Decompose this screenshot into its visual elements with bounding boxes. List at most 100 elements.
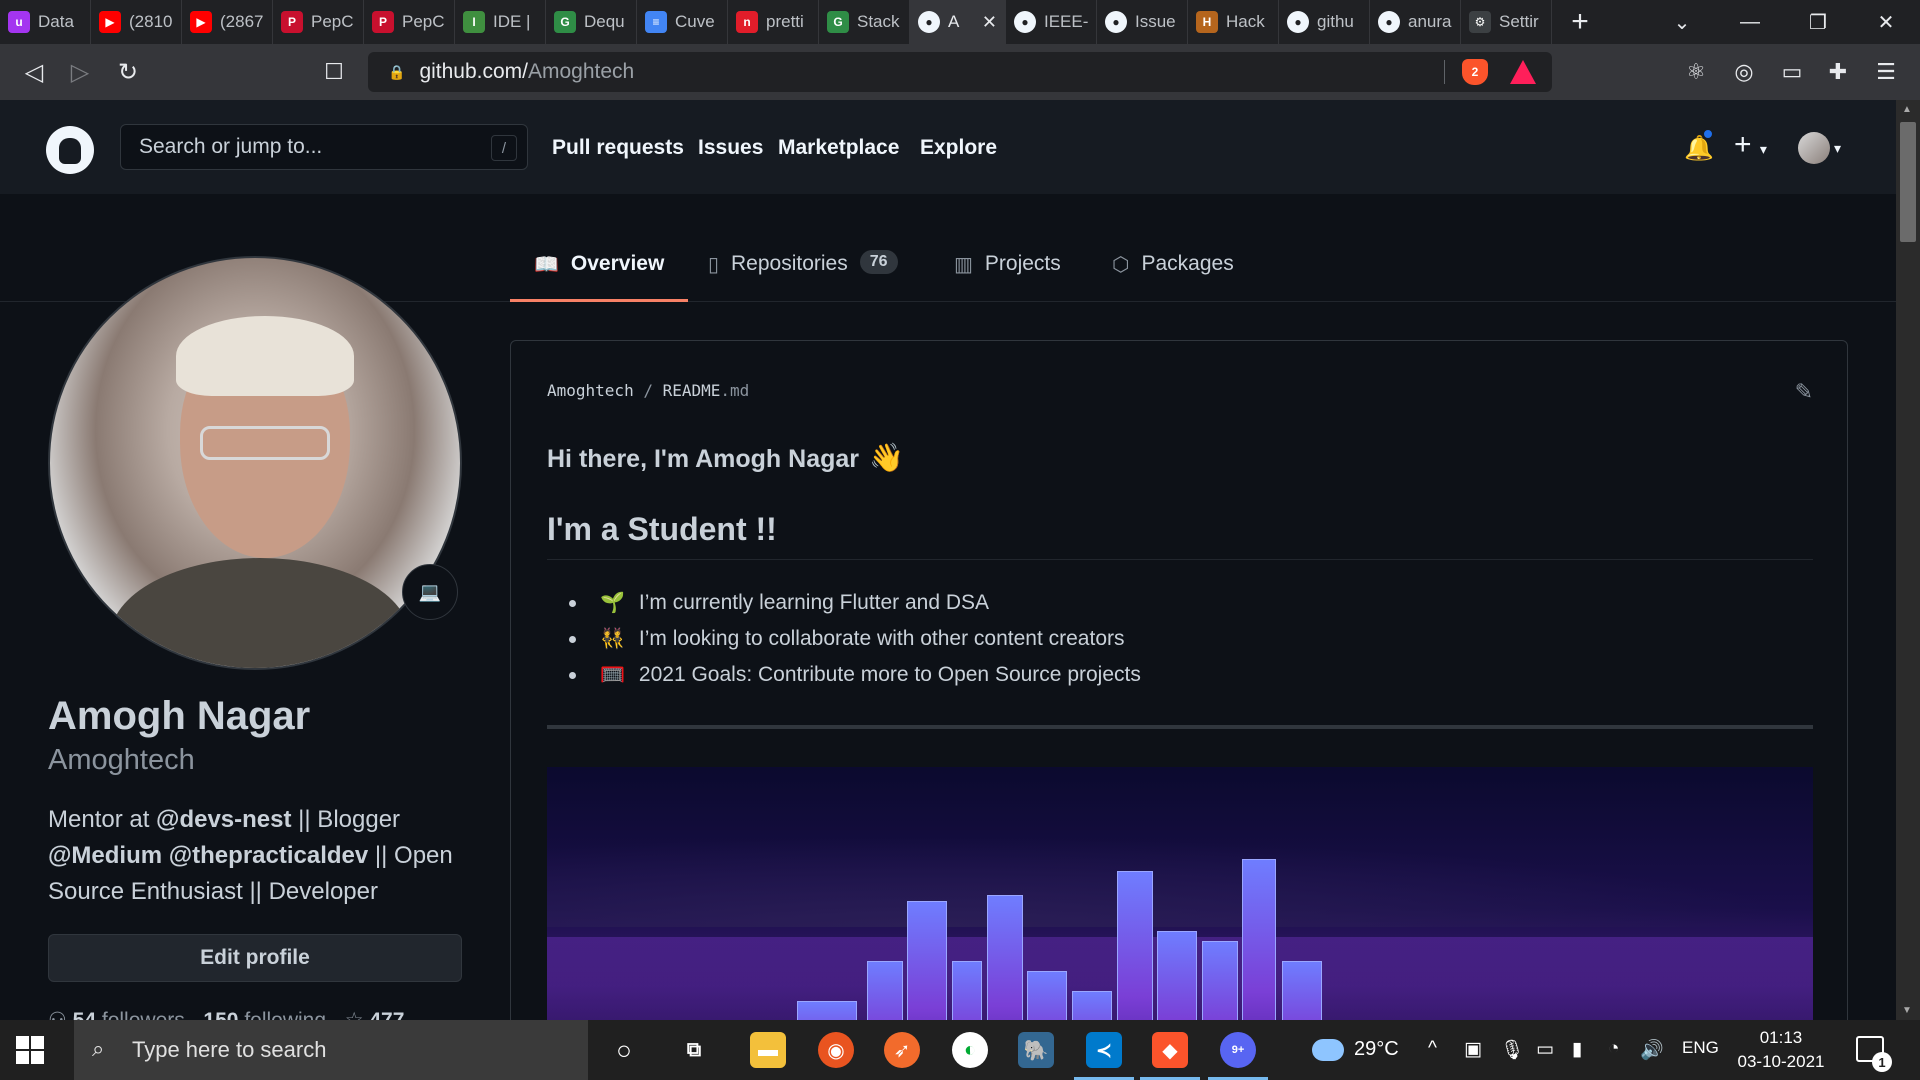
profile-avatar[interactable] bbox=[48, 256, 462, 670]
bio-mention-devs-nest[interactable]: @devs-nest bbox=[156, 806, 291, 833]
readme-file-link[interactable]: README bbox=[663, 381, 721, 400]
cortana-icon[interactable]: ○ bbox=[606, 1032, 642, 1068]
nav-pull-requests[interactable]: Pull requests bbox=[552, 136, 684, 160]
reload-button[interactable]: ↻ bbox=[110, 54, 146, 90]
scroll-down-arrow-icon[interactable]: ▼ bbox=[1902, 1005, 1912, 1016]
date: 03-10-2021 bbox=[1737, 1052, 1825, 1071]
notification-center-icon[interactable]: 1 bbox=[1856, 1036, 1892, 1072]
nav-issues[interactable]: Issues bbox=[698, 136, 763, 160]
taskbar-search-input[interactable]: ⌕ Type here to search bbox=[74, 1020, 588, 1080]
github-search-input[interactable]: Search or jump to... / bbox=[120, 124, 528, 170]
divider bbox=[1444, 60, 1445, 84]
vscode-icon[interactable]: ≺ bbox=[1074, 1032, 1134, 1080]
microphone-icon[interactable]: 🎙 bbox=[1500, 1038, 1524, 1062]
tab-repositories[interactable]: ▯ Repositories 76 bbox=[708, 250, 898, 302]
chevron-down-icon[interactable]: ▾ bbox=[1834, 140, 1841, 157]
browser-tab[interactable]: G Stack bbox=[819, 0, 910, 44]
browser-tab[interactable]: ● githu bbox=[1279, 0, 1370, 44]
search-placeholder: Search or jump to... bbox=[139, 135, 323, 158]
windows-start-icon[interactable] bbox=[16, 1036, 44, 1064]
nav-marketplace[interactable]: Marketplace bbox=[778, 136, 899, 160]
browser-tab[interactable]: ● Issue bbox=[1097, 0, 1188, 44]
forward-button[interactable]: ▷ bbox=[62, 54, 98, 90]
ubuntu-icon[interactable]: ◉ bbox=[818, 1032, 854, 1068]
edit-readme-pencil-icon[interactable]: ✎ bbox=[1795, 379, 1813, 405]
browser-tab[interactable]: ≡ Cuve bbox=[637, 0, 728, 44]
create-new-plus-icon[interactable]: + ▾ bbox=[1734, 128, 1767, 162]
browser-tab[interactable]: n pretti bbox=[728, 0, 819, 44]
task-view-icon[interactable]: ⧉ bbox=[676, 1032, 712, 1068]
browser-tab[interactable]: u Data bbox=[0, 0, 91, 44]
bio-text bbox=[162, 842, 169, 869]
banner-mountains bbox=[547, 837, 1813, 927]
user-avatar-menu[interactable] bbox=[1798, 132, 1830, 164]
youtube-icon: ▶ bbox=[190, 11, 212, 33]
tab-packages[interactable]: ⬡ Packages bbox=[1112, 252, 1234, 302]
volume-icon[interactable]: 🔊 bbox=[1640, 1038, 1664, 1062]
browser-tab[interactable]: ● A ✕ bbox=[910, 0, 1006, 44]
bio-mention-thepracticaldev[interactable]: @thepracticaldev bbox=[169, 842, 368, 869]
tab-label: Repositories bbox=[731, 252, 848, 275]
address-bar[interactable]: 🔒 github.com/Amoghtech 2 bbox=[368, 52, 1552, 92]
weather-widget[interactable]: 29°C bbox=[1306, 1030, 1399, 1061]
browser-tab[interactable]: G Dequ bbox=[546, 0, 637, 44]
battery-icon[interactable]: ▮ bbox=[1572, 1038, 1582, 1061]
tab-label: Stack bbox=[857, 12, 900, 31]
language-indicator[interactable]: ENG bbox=[1682, 1038, 1719, 1058]
close-tab-icon[interactable]: ✕ bbox=[982, 12, 997, 33]
tab-overview[interactable]: 📖 Overview bbox=[510, 252, 689, 302]
browser-tab[interactable]: P PepC bbox=[364, 0, 455, 44]
brave-shields-icon[interactable]: 2 bbox=[1462, 59, 1488, 85]
book-icon: 📖 bbox=[534, 254, 559, 276]
windows-taskbar: ⌕ Type here to search ○ ⧉ ▬ ◉ ➶ ◐ 🐘 ≺ ◆ … bbox=[0, 1020, 1920, 1080]
scrollbar-thumb[interactable] bbox=[1900, 122, 1916, 242]
brave-rewards-icon[interactable] bbox=[1510, 60, 1536, 84]
extension-target-icon[interactable]: ◎ bbox=[1728, 56, 1760, 88]
browser-tab[interactable]: ⚙ Settir bbox=[1461, 0, 1552, 44]
browser-tab[interactable]: ● IEEE- bbox=[1006, 0, 1097, 44]
bio-mention-medium[interactable]: @Medium bbox=[48, 842, 162, 869]
page-scrollbar[interactable]: ▲ ▼ bbox=[1896, 100, 1920, 1020]
github-header: Search or jump to... / Pull requests Iss… bbox=[0, 100, 1896, 194]
chevron-up-icon[interactable]: ^ bbox=[1428, 1038, 1437, 1060]
extension-reader-icon[interactable]: ▭ bbox=[1776, 56, 1808, 88]
discord-icon[interactable]: 9+ bbox=[1208, 1032, 1268, 1080]
browser-tab[interactable]: ● anura bbox=[1370, 0, 1461, 44]
browser-tab[interactable]: I IDE | bbox=[455, 0, 546, 44]
back-button[interactable]: ◁ bbox=[16, 54, 52, 90]
app-circle-icon[interactable]: ◐ bbox=[952, 1032, 988, 1068]
restore-button[interactable]: ❐ bbox=[1784, 0, 1852, 44]
wifi-icon[interactable]: ◔ bbox=[1608, 1038, 1619, 1060]
browser-tab[interactable]: H Hack bbox=[1188, 0, 1279, 44]
minimize-button[interactable]: — bbox=[1716, 0, 1784, 44]
brave-browser-icon[interactable]: ◆ bbox=[1140, 1032, 1200, 1080]
nav-explore[interactable]: Explore bbox=[920, 136, 997, 160]
close-window-button[interactable]: ✕ bbox=[1852, 0, 1920, 44]
repo-icon: ▯ bbox=[708, 254, 720, 276]
display-icon[interactable]: ▭ bbox=[1536, 1038, 1554, 1061]
tab-projects[interactable]: ▥ Projects bbox=[954, 252, 1061, 302]
status-laptop-icon[interactable]: 💻 bbox=[402, 564, 458, 620]
postgresql-icon[interactable]: 🐘 bbox=[1018, 1032, 1054, 1068]
tab-label: Data bbox=[38, 12, 74, 31]
postman-icon[interactable]: ➶ bbox=[884, 1032, 920, 1068]
browser-tab[interactable]: ▶ (2867 bbox=[182, 0, 273, 44]
react-devtools-icon[interactable]: ⚛ bbox=[1680, 56, 1712, 88]
readme-owner-link[interactable]: Amoghtech bbox=[547, 381, 634, 400]
taskbar-clock[interactable]: 01:13 03-10-2021 bbox=[1736, 1026, 1826, 1074]
greeting-text: Hi there, I'm Amogh Nagar bbox=[547, 445, 860, 473]
edit-profile-button[interactable]: Edit profile bbox=[48, 934, 462, 982]
bookmark-icon[interactable]: ☐ bbox=[316, 54, 352, 90]
scroll-up-arrow-icon[interactable]: ▲ bbox=[1902, 104, 1912, 115]
file-explorer-icon[interactable]: ▬ bbox=[750, 1032, 786, 1068]
browser-menu-icon[interactable]: ☰ bbox=[1870, 56, 1902, 88]
github-logo-icon[interactable] bbox=[46, 126, 94, 174]
tab-search-icon[interactable]: ⌄ bbox=[1648, 0, 1716, 44]
meet-now-icon[interactable]: ▣ bbox=[1464, 1038, 1482, 1061]
new-tab-button[interactable]: + bbox=[1552, 0, 1608, 44]
browser-tab[interactable]: ▶ (2810 bbox=[91, 0, 182, 44]
browser-tab[interactable]: P PepC bbox=[273, 0, 364, 44]
notifications-bell-icon[interactable]: 🔔 bbox=[1684, 128, 1714, 162]
extensions-puzzle-icon[interactable]: ✚ bbox=[1822, 56, 1854, 88]
profile-username: Amoghtech bbox=[48, 744, 195, 776]
